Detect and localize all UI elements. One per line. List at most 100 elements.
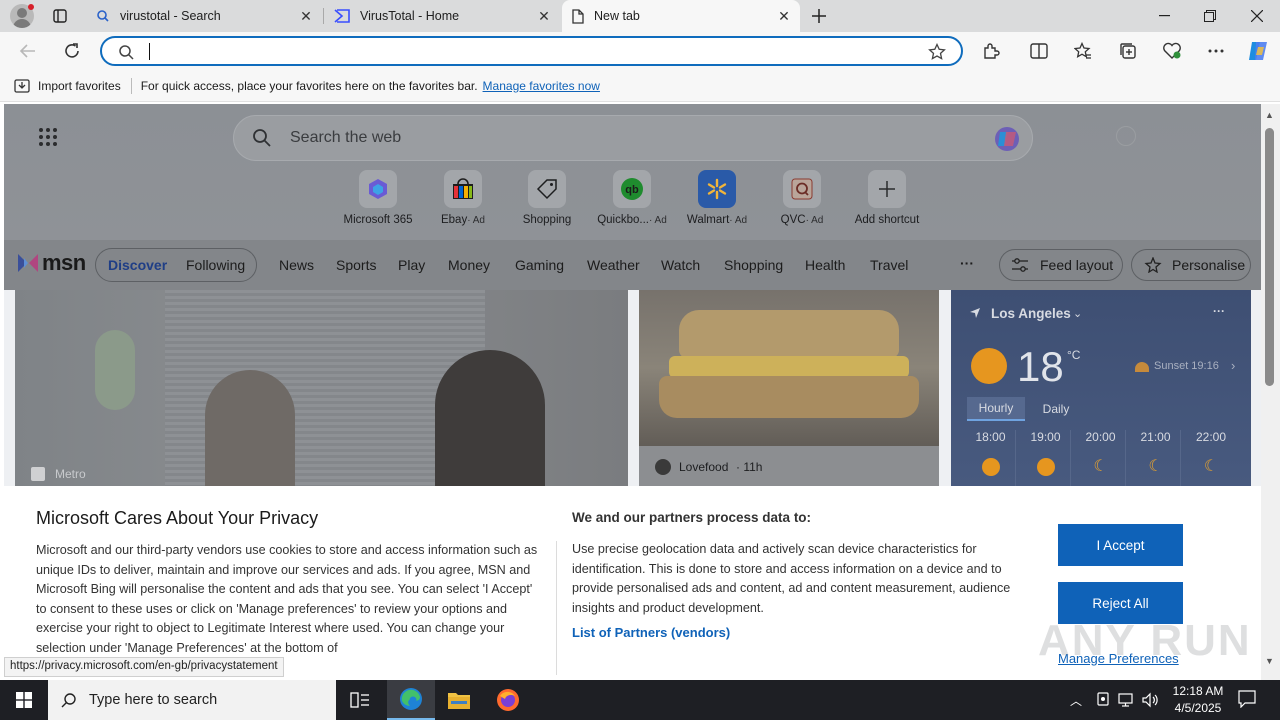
tab-hourly[interactable]: Hourly [967, 397, 1025, 421]
quick-link-shopping[interactable]: Shopping [507, 170, 587, 226]
windows-logo-icon [16, 692, 32, 708]
shopping-tag-icon [528, 170, 566, 208]
quick-link-qvc[interactable]: QVC· Ad [762, 170, 842, 226]
tab-virustotal-search[interactable]: virustotal - Search ✕ [86, 0, 322, 32]
nav-health[interactable]: Health [805, 257, 845, 273]
ad-badge: · Ad [729, 215, 748, 226]
personalise-button[interactable]: Personalise [1131, 249, 1251, 281]
nav-play[interactable]: Play [398, 257, 425, 273]
hour-column: 21:00 ☾ [1131, 430, 1181, 490]
close-window-button[interactable] [1234, 0, 1280, 32]
nav-more-button[interactable]: ··· [960, 255, 974, 271]
split-screen-icon[interactable] [1025, 37, 1053, 65]
accept-button[interactable]: I Accept [1058, 524, 1183, 566]
performance-heart-icon[interactable] [1158, 37, 1186, 65]
scroll-up-arrow[interactable]: ▲ [1265, 110, 1274, 120]
quick-link-label: Add shortcut [854, 214, 920, 226]
sun-icon [1036, 458, 1055, 476]
show-hidden-icons[interactable]: ︿ [1070, 692, 1082, 709]
back-button[interactable] [14, 37, 42, 65]
partners-link[interactable]: List of Partners (vendors) [572, 625, 730, 640]
import-favorites-button[interactable]: Import favorites [38, 79, 121, 93]
nav-following[interactable]: Following [186, 257, 245, 273]
notifications-icon[interactable] [1238, 690, 1256, 708]
close-icon[interactable]: ✕ [298, 8, 314, 24]
taskbar-file-explorer[interactable] [435, 680, 483, 720]
clock-date[interactable]: 4/5/2025 [1170, 701, 1226, 715]
scroll-thumb[interactable] [1265, 128, 1274, 386]
nav-shopping[interactable]: Shopping [724, 257, 783, 273]
nav-weather[interactable]: Weather [587, 257, 640, 273]
more-menu-icon[interactable] [1202, 37, 1230, 65]
restore-button[interactable] [1187, 0, 1233, 32]
taskbar-search-placeholder: Type here to search [89, 692, 218, 708]
task-view-icon [350, 692, 370, 708]
feed-layout-button[interactable]: Feed layout [999, 249, 1123, 281]
minimize-button[interactable] [1141, 0, 1187, 32]
metro-logo-icon [31, 467, 45, 481]
taskbar-firefox[interactable] [484, 680, 532, 720]
task-view-button[interactable] [336, 680, 384, 720]
taskbar-edge[interactable] [387, 680, 435, 720]
nav-watch[interactable]: Watch [661, 257, 700, 273]
copilot-icon[interactable] [1244, 37, 1272, 65]
address-bar[interactable] [100, 36, 963, 66]
tab-daily[interactable]: Daily [1031, 397, 1081, 421]
network-drive-icon[interactable] [1096, 692, 1110, 708]
personalise-label: Personalise [1172, 257, 1246, 273]
collections-icon[interactable] [1114, 37, 1142, 65]
chevron-right-icon[interactable]: › [1231, 358, 1235, 373]
ad-badge: · Ad [648, 215, 667, 226]
page-scrollbar[interactable]: ▲ ▼ [1261, 104, 1280, 680]
privacy-title: Microsoft Cares About Your Privacy [36, 508, 319, 528]
nav-gaming[interactable]: Gaming [515, 257, 564, 273]
news-card-food[interactable]: Lovefood · 11h [639, 290, 939, 490]
nav-sports[interactable]: Sports [336, 257, 376, 273]
nav-money[interactable]: Money [448, 257, 490, 273]
tab-new-tab[interactable]: New tab ✕ [562, 0, 800, 32]
close-icon[interactable]: ✕ [776, 8, 792, 24]
manage-favorites-link[interactable]: Manage favorites now [483, 79, 600, 93]
extensions-icon[interactable] [977, 37, 1005, 65]
quick-link-microsoft365[interactable]: Microsoft 365 [338, 170, 418, 226]
copilot-icon[interactable] [994, 126, 1020, 152]
faint-settings-icon[interactable] [1116, 126, 1136, 146]
start-button[interactable] [0, 680, 48, 720]
nav-news[interactable]: News [279, 257, 314, 273]
status-url-tooltip: https://privacy.microsoft.com/en-gb/priv… [4, 657, 284, 677]
weather-more-icon[interactable]: ··· [1213, 304, 1225, 318]
quick-link-label: Shopping [522, 214, 572, 226]
nav-discover[interactable]: Discover [108, 257, 167, 273]
weather-location[interactable]: Los Angeles [991, 306, 1071, 321]
tab-virustotal-home[interactable]: VirusTotal - Home ✕ [324, 0, 560, 32]
firefox-icon [496, 688, 520, 712]
favorites-bar: Import favorites For quick access, place… [0, 70, 1280, 102]
folder-icon [447, 690, 471, 710]
news-card-photo[interactable]: Metro [15, 290, 628, 490]
apps-launcher-icon[interactable] [38, 127, 58, 147]
msn-logo[interactable]: msn [16, 250, 86, 276]
quick-link-add-shortcut[interactable]: Add shortcut [847, 170, 927, 226]
quickbooks-icon: qb [613, 170, 651, 208]
favorite-star-icon[interactable] [928, 43, 946, 61]
network-icon[interactable] [1118, 692, 1134, 708]
volume-icon[interactable] [1142, 692, 1160, 708]
web-search-box[interactable]: Search the web [233, 115, 1033, 161]
hour-column: 20:00 ☾ [1076, 430, 1126, 490]
tab-actions-icon[interactable] [46, 2, 74, 30]
refresh-button[interactable] [58, 37, 86, 65]
close-icon[interactable]: ✕ [536, 8, 552, 24]
taskbar-search[interactable]: Type here to search [48, 680, 336, 720]
nav-travel[interactable]: Travel [870, 257, 908, 273]
clock-time[interactable]: 12:18 AM [1170, 684, 1226, 698]
weather-card[interactable]: Los Angeles ⌄ ··· 18 °C Sunset 19:16 › H… [951, 290, 1251, 490]
quick-link-walmart[interactable]: Walmart· Ad [677, 170, 757, 226]
favorites-icon[interactable] [1069, 37, 1097, 65]
scroll-down-arrow[interactable]: ▼ [1265, 656, 1274, 666]
quick-link-quickbooks[interactable]: qb Quickbo...· Ad [592, 170, 672, 226]
lovefood-logo-icon [655, 459, 671, 475]
quick-link-ebay[interactable]: Ebay· Ad [423, 170, 503, 226]
new-tab-button[interactable] [805, 2, 833, 30]
tab-daily-label: Daily [1042, 402, 1070, 416]
sliders-icon [1012, 258, 1028, 272]
